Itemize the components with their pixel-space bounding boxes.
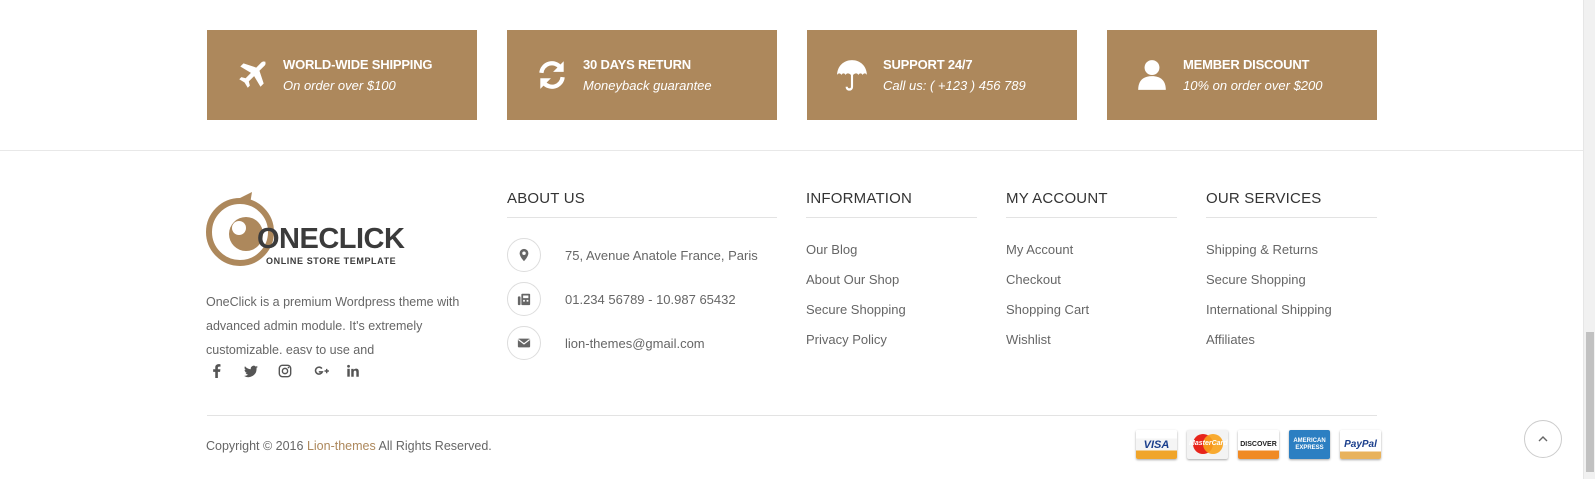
my-account-heading: MY ACCOUNT [1006,190,1177,218]
footer-link-affiliates[interactable]: Affiliates [1206,332,1377,362]
service-subtitle: Moneyback guarantee [583,78,712,93]
mastercard-icon: MasterCard [1187,430,1228,459]
phone-text: 01.234 56789 - 10.987 65432 [565,291,736,307]
footer-link-my-account[interactable]: My Account [1006,242,1177,272]
contact-email: lion-themes@gmail.com [507,325,777,361]
footer-my-account: MY ACCOUNT My Account Checkout Shopping … [1006,190,1177,362]
address-text: 75, Avenue Anatole France, Paris [565,247,758,263]
umbrella-icon [835,58,869,92]
service-title: WORLD-WIDE SHIPPING [283,57,433,72]
footer-link-secure-shopping[interactable]: Secure Shopping [806,302,977,332]
logo-brand: ONECLICK [257,223,405,255]
service-subtitle: Call us: ( +123 ) 456 789 [883,78,1026,93]
about-us-heading: ABOUT US [507,190,777,218]
user-icon [1135,58,1169,92]
service-shipping[interactable]: WORLD-WIDE SHIPPING On order over $100 [207,30,477,120]
fax-icon [507,282,541,316]
google-plus-icon[interactable] [312,362,346,380]
service-subtitle: 10% on order over $200 [1183,78,1323,93]
footer-link-checkout[interactable]: Checkout [1006,272,1177,302]
copyright-text: Copyright © 2016 Lion-themes All Rights … [206,439,492,453]
copyright-suffix: All Rights Reserved. [375,439,492,453]
footer-information: INFORMATION Our Blog About Our Shop Secu… [806,190,977,362]
service-discount[interactable]: MEMBER DISCOUNT 10% on order over $200 [1107,30,1377,120]
amex-icon: AMERICAN EXPRESS [1289,430,1330,459]
service-title: SUPPORT 24/7 [883,57,973,72]
back-to-top-button[interactable] [1524,420,1562,458]
footer-divider [0,150,1583,151]
copyright-prefix: Copyright © 2016 [206,439,307,453]
airplane-icon [235,58,269,92]
mastercard-label: MasterCard [1189,440,1228,447]
service-support[interactable]: SUPPORT 24/7 Call us: ( +123 ) 456 789 [807,30,1077,120]
contact-address: 75, Avenue Anatole France, Paris [507,237,777,273]
visa-label: VISA [1143,438,1170,451]
discover-label: DISCOVER [1240,441,1277,448]
chevron-up-icon [1538,436,1548,442]
footer-link-international-shipping[interactable]: International Shipping [1206,302,1377,332]
email-link[interactable]: lion-themes@gmail.com [565,336,705,351]
logo-tagline: ONLINE STORE TEMPLATE [266,256,397,266]
information-heading: INFORMATION [806,190,977,218]
envelope-icon [507,326,541,360]
our-services-heading: OUR SERVICES [1206,190,1377,218]
linkedin-icon[interactable] [346,362,380,380]
paypal-icon: PayPal [1340,430,1381,459]
footer-link-secure-shopping-2[interactable]: Secure Shopping [1206,272,1377,302]
about-description: OneClick is a premium Wordpress theme wi… [206,295,460,354]
location-pin-icon [507,238,541,272]
discover-icon: DISCOVER [1238,430,1279,459]
page-scrollbar[interactable] [1583,0,1595,479]
service-return[interactable]: 30 DAYS RETURN Moneyback guarantee [507,30,777,120]
scrollbar-thumb[interactable] [1586,332,1594,472]
service-title: MEMBER DISCOUNT [1183,57,1310,72]
footer-link-wishlist[interactable]: Wishlist [1006,332,1177,362]
paypal-label: PayPal [1344,439,1377,450]
footer-about-us: ABOUT US 75, Avenue Anatole France, Pari… [507,190,777,361]
service-title: 30 DAYS RETURN [583,57,691,72]
visa-icon: VISA [1136,430,1177,459]
footer-our-services: OUR SERVICES Shipping & Returns Secure S… [1206,190,1377,362]
footer-link-privacy-policy[interactable]: Privacy Policy [806,332,977,362]
amex-label: AMERICAN EXPRESS [1293,437,1326,451]
services-bar: WORLD-WIDE SHIPPING On order over $100 3… [207,30,1377,120]
contact-phone: 01.234 56789 - 10.987 65432 [507,281,777,317]
facebook-icon[interactable] [210,362,244,380]
refresh-icon [535,58,569,92]
instagram-icon[interactable] [278,362,312,380]
social-links [210,362,380,380]
footer-link-our-blog[interactable]: Our Blog [806,242,977,272]
copyright-link[interactable]: Lion-themes [307,439,376,453]
service-subtitle: On order over $100 [283,78,396,93]
twitter-icon[interactable] [244,362,278,380]
footer-link-shopping-cart[interactable]: Shopping Cart [1006,302,1177,332]
footer-link-about-shop[interactable]: About Our Shop [806,272,977,302]
payment-methods: VISA MasterCard DISCOVER AMERICAN EXPRES… [1136,430,1381,459]
copyright-divider [207,415,1377,416]
footer-link-shipping-returns[interactable]: Shipping & Returns [1206,242,1377,272]
site-logo[interactable]: ONECLICK ONLINE STORE TEMPLATE [206,190,416,270]
